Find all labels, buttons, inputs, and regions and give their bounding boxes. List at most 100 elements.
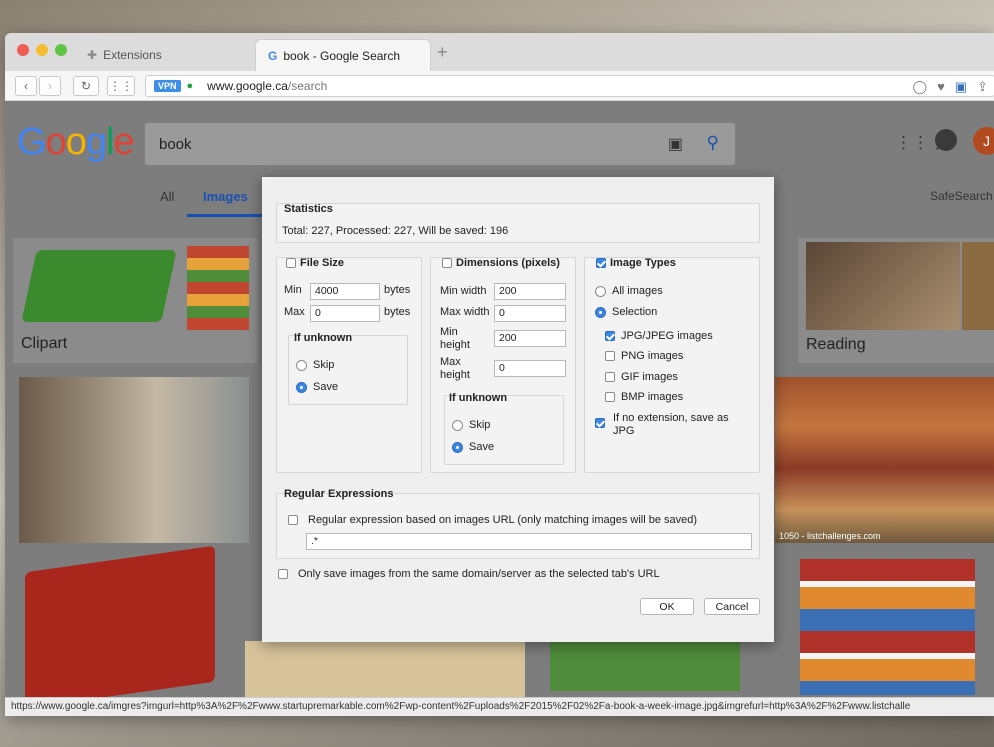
min-width-input[interactable]: 200 [494,283,566,300]
dimensions-skip-radio[interactable] [452,419,463,431]
min-size-unit: bytes [384,284,411,296]
new-tab-button[interactable]: + [437,42,448,63]
bmp-option[interactable]: BMP images [605,391,683,403]
zoom-window-button[interactable] [55,44,67,56]
bmp-checkbox[interactable] [605,392,615,402]
statistics-text: Total: 227, Processed: 227, Will be save… [282,225,509,237]
related-tile-clipart[interactable]: Clipart [13,238,257,363]
max-height-label-line2: height [440,369,470,381]
reading-image-2 [962,242,994,330]
all-images-option[interactable]: All images [595,285,663,297]
max-height-input[interactable]: 0 [494,360,566,377]
bmp-label: BMP images [621,391,684,403]
jpg-label: JPG/JPEG images [621,330,713,342]
reading-image [806,242,960,330]
close-window-button[interactable] [17,44,29,56]
min-height-input[interactable]: 200 [494,330,566,347]
max-width-input[interactable]: 0 [494,305,566,322]
image-caption: 1050 - listchallenges.com [779,531,881,541]
file-size-title[interactable]: File Size [286,257,344,269]
speed-dial-button[interactable]: ⋮⋮ [107,76,135,96]
jpg-checkbox[interactable] [605,331,615,341]
tab-label: Extensions [103,48,162,62]
search-input[interactable]: book ▣ ⚲ [145,123,735,165]
share-icon[interactable]: ⇪ [977,79,988,95]
tab-images[interactable]: Images [187,189,264,217]
result-green-book-clipart[interactable] [550,641,740,691]
reload-button[interactable]: ↻ [73,76,99,96]
image-types-title[interactable]: Image Types [596,257,676,269]
tab-all[interactable]: All [160,189,174,204]
gif-checkbox[interactable] [605,372,615,382]
dimensions-skip-option[interactable]: Skip [452,419,490,431]
minimize-window-button[interactable] [36,44,48,56]
related-tile-reading[interactable]: Reading [798,238,994,363]
min-size-input[interactable]: 4000 [310,283,380,300]
no-extension-label-line2: JPG [613,425,635,437]
result-stacked-books-clipart[interactable] [800,559,975,695]
forward-button[interactable]: › [39,76,61,96]
png-checkbox[interactable] [605,351,615,361]
regex-option[interactable]: Regular expression based on images URL (… [288,514,697,526]
selection-option[interactable]: Selection [595,306,657,318]
file-size-checkbox[interactable] [286,258,296,268]
min-size-label: Min [284,284,302,296]
cancel-button[interactable]: Cancel [704,598,760,615]
notifications-icon[interactable] [935,129,957,151]
no-extension-checkbox[interactable] [595,418,605,428]
image-types-label: Image Types [610,257,676,269]
min-height-label-line1: Min [440,326,458,338]
dimensions-save-radio[interactable] [452,441,463,453]
statistics-group [276,203,760,243]
safesearch-link[interactable]: SafeSearch [930,189,993,203]
png-option[interactable]: PNG images [605,350,683,362]
image-types-checkbox[interactable] [596,258,606,268]
shield-icon[interactable]: ◯ [913,79,928,95]
file-size-skip-radio[interactable] [296,359,307,371]
regex-input[interactable]: .* [306,533,752,550]
max-size-unit: bytes [384,306,411,318]
result-open-book-photo[interactable] [19,377,249,543]
search-icon[interactable]: ⚲ [707,133,719,153]
avatar[interactable]: J [973,127,994,155]
max-size-input[interactable]: 0 [310,305,380,322]
book-stack-image [187,246,249,330]
ok-button[interactable]: OK [640,598,694,615]
vpn-badge[interactable]: VPN [154,80,181,92]
jpg-option[interactable]: JPG/JPEG images [605,330,713,342]
file-size-skip-option[interactable]: Skip [296,359,334,371]
regex-checkbox[interactable] [288,515,298,525]
selection-label: Selection [612,306,658,318]
back-button[interactable]: ‹ [15,76,37,96]
dimensions-unknown-title: If unknown [449,392,508,404]
no-extension-option[interactable] [595,418,605,428]
dimensions-title[interactable]: Dimensions (pixels) [442,257,560,269]
google-g-icon: G [268,48,278,63]
search-query: book [159,135,192,153]
result-red-book-clipart[interactable] [25,545,215,697]
url-path: /search [287,79,328,93]
skip-label: Skip [469,419,491,431]
all-images-radio[interactable] [595,285,606,297]
result-book-stack-photo[interactable]: 1050 - listchallenges.com [775,377,994,543]
statistics-title: Statistics [284,203,333,215]
result-open-book-clipart[interactable] [245,641,525,697]
tab-extensions[interactable]: ✚ Extensions [75,39,257,71]
address-bar[interactable]: VPN ● www.google.ca/search ◯ ♥ ▣ ⇪ [145,75,994,97]
file-size-unknown-title: If unknown [294,332,353,344]
save-label: Save [469,441,495,453]
same-domain-checkbox[interactable] [278,569,288,579]
min-height-label-line2: height [440,339,470,351]
image-extension-icon[interactable]: ▣ [955,79,967,95]
file-size-save-radio[interactable] [296,381,307,393]
same-domain-option[interactable]: Only save images from the same domain/se… [278,568,660,580]
camera-icon[interactable]: ▣ [668,134,683,154]
selection-radio[interactable] [595,306,606,318]
heart-icon[interactable]: ♥ [937,79,945,95]
dimensions-checkbox[interactable] [442,258,452,268]
google-logo[interactable]: Google [17,121,135,164]
gif-option[interactable]: GIF images [605,371,678,383]
tab-google-search[interactable]: G book - Google Search [255,39,431,71]
dimensions-save-option[interactable]: Save [452,441,494,453]
file-size-save-option[interactable]: Save [296,381,338,393]
